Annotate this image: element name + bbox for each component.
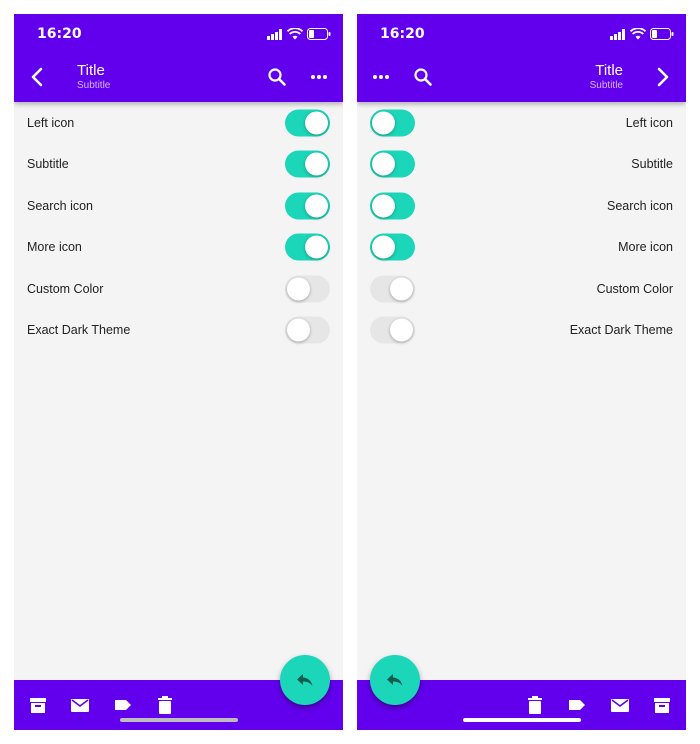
mail-icon[interactable]: [610, 695, 630, 715]
setting-row-custom-color: Custom Color: [14, 268, 343, 310]
toggle-knob: [287, 318, 310, 342]
left-icon-toggle[interactable]: [370, 109, 415, 137]
app-bar-title: Title: [595, 62, 623, 79]
setting-label: More icon: [27, 240, 82, 255]
toggle-knob: [372, 235, 395, 259]
delete-icon[interactable]: [155, 695, 175, 715]
setting-label: Search icon: [606, 198, 673, 213]
setting-label: Subtitle: [631, 157, 673, 172]
more-icon-toggle[interactable]: [285, 233, 330, 261]
settings-list: Left icon Subtitle Search icon More icon…: [357, 102, 686, 351]
search-icon[interactable]: [412, 66, 434, 88]
status-icons: [267, 28, 331, 40]
setting-label: Exact Dark Theme: [569, 323, 673, 338]
top-app-bar: 16:20 Title Subtitle: [357, 14, 686, 102]
setting-row-more-icon: More icon: [357, 227, 686, 269]
app-bar-subtitle: Subtitle: [589, 80, 623, 91]
top-app-bar: 16:20 Title Subtitle: [14, 14, 343, 102]
toggle-knob: [372, 111, 395, 135]
setting-row-left-icon: Left icon: [14, 102, 343, 144]
toggle-knob: [305, 235, 328, 259]
toggle-knob: [287, 277, 310, 301]
setting-label: Custom Color: [27, 281, 104, 296]
forward-chevron-icon[interactable]: [651, 66, 673, 88]
reply-fab[interactable]: [280, 655, 330, 705]
reply-icon: [297, 674, 313, 686]
more-icon-toggle[interactable]: [370, 233, 415, 261]
setting-label: Exact Dark Theme: [27, 323, 131, 338]
setting-row-left-icon: Left icon: [357, 102, 686, 144]
search-icon-toggle[interactable]: [370, 192, 415, 220]
more-icon[interactable]: [308, 66, 330, 88]
wifi-icon: [630, 28, 646, 40]
app-bar-title: Title: [77, 62, 105, 79]
settings-list: Left icon Subtitle Search icon More icon…: [14, 102, 343, 351]
setting-row-subtitle: Subtitle: [14, 144, 343, 186]
home-indicator: [463, 718, 581, 722]
app-bar-title-block: Title Subtitle: [77, 62, 110, 92]
setting-row-search-icon: Search icon: [14, 185, 343, 227]
status-icons: [610, 28, 674, 40]
subtitle-toggle[interactable]: [285, 150, 330, 178]
app-bar-subtitle: Subtitle: [77, 80, 111, 91]
setting-row-search-icon: Search icon: [357, 185, 686, 227]
setting-label: Left icon: [27, 115, 75, 130]
search-icon-toggle[interactable]: [285, 192, 330, 220]
toggle-knob: [390, 318, 413, 342]
setting-label: Subtitle: [27, 157, 69, 172]
status-time: 16:20: [37, 26, 82, 42]
app-bar-title-block: Title Subtitle: [590, 62, 623, 92]
setting-label: Search icon: [27, 198, 94, 213]
home-indicator: [120, 718, 238, 722]
toggle-knob: [305, 111, 328, 135]
left-icon-toggle[interactable]: [285, 109, 330, 137]
setting-label: More icon: [618, 240, 673, 255]
wifi-icon: [287, 28, 303, 40]
exact-dark-theme-toggle[interactable]: [370, 316, 415, 344]
more-icon[interactable]: [370, 66, 392, 88]
battery-icon: [650, 28, 674, 40]
reply-fab[interactable]: [370, 655, 420, 705]
custom-color-toggle[interactable]: [285, 275, 330, 303]
subtitle-toggle[interactable]: [370, 150, 415, 178]
back-chevron-icon[interactable]: [27, 66, 49, 88]
signal-icon: [267, 28, 282, 40]
battery-icon: [307, 28, 331, 40]
setting-row-more-icon: More icon: [14, 227, 343, 269]
toggle-knob: [305, 152, 328, 176]
custom-color-toggle[interactable]: [370, 275, 415, 303]
search-icon[interactable]: [266, 66, 288, 88]
setting-row-exact-dark-theme: Exact Dark Theme: [357, 310, 686, 352]
setting-row-exact-dark-theme: Exact Dark Theme: [14, 310, 343, 352]
mail-icon[interactable]: [70, 695, 90, 715]
setting-label: Left icon: [625, 115, 673, 130]
toggle-knob: [390, 277, 413, 301]
setting-row-subtitle: Subtitle: [357, 144, 686, 186]
exact-dark-theme-toggle[interactable]: [285, 316, 330, 344]
status-time: 16:20: [380, 26, 425, 42]
label-icon[interactable]: [567, 695, 587, 715]
archive-icon[interactable]: [652, 695, 672, 715]
setting-row-custom-color: Custom Color: [357, 268, 686, 310]
delete-icon[interactable]: [525, 695, 545, 715]
toggle-knob: [372, 152, 395, 176]
setting-label: Custom Color: [596, 281, 673, 296]
archive-icon[interactable]: [28, 695, 48, 715]
reply-icon: [387, 674, 403, 686]
label-icon[interactable]: [113, 695, 133, 715]
toggle-knob: [372, 194, 395, 218]
phone-screen-right: 16:20 Title Subtitle Left icon Subtitle: [357, 14, 686, 730]
phone-screen-left: 16:20 Title Subtitle Left icon Subtitle: [14, 14, 343, 730]
toggle-knob: [305, 194, 328, 218]
signal-icon: [610, 28, 625, 40]
